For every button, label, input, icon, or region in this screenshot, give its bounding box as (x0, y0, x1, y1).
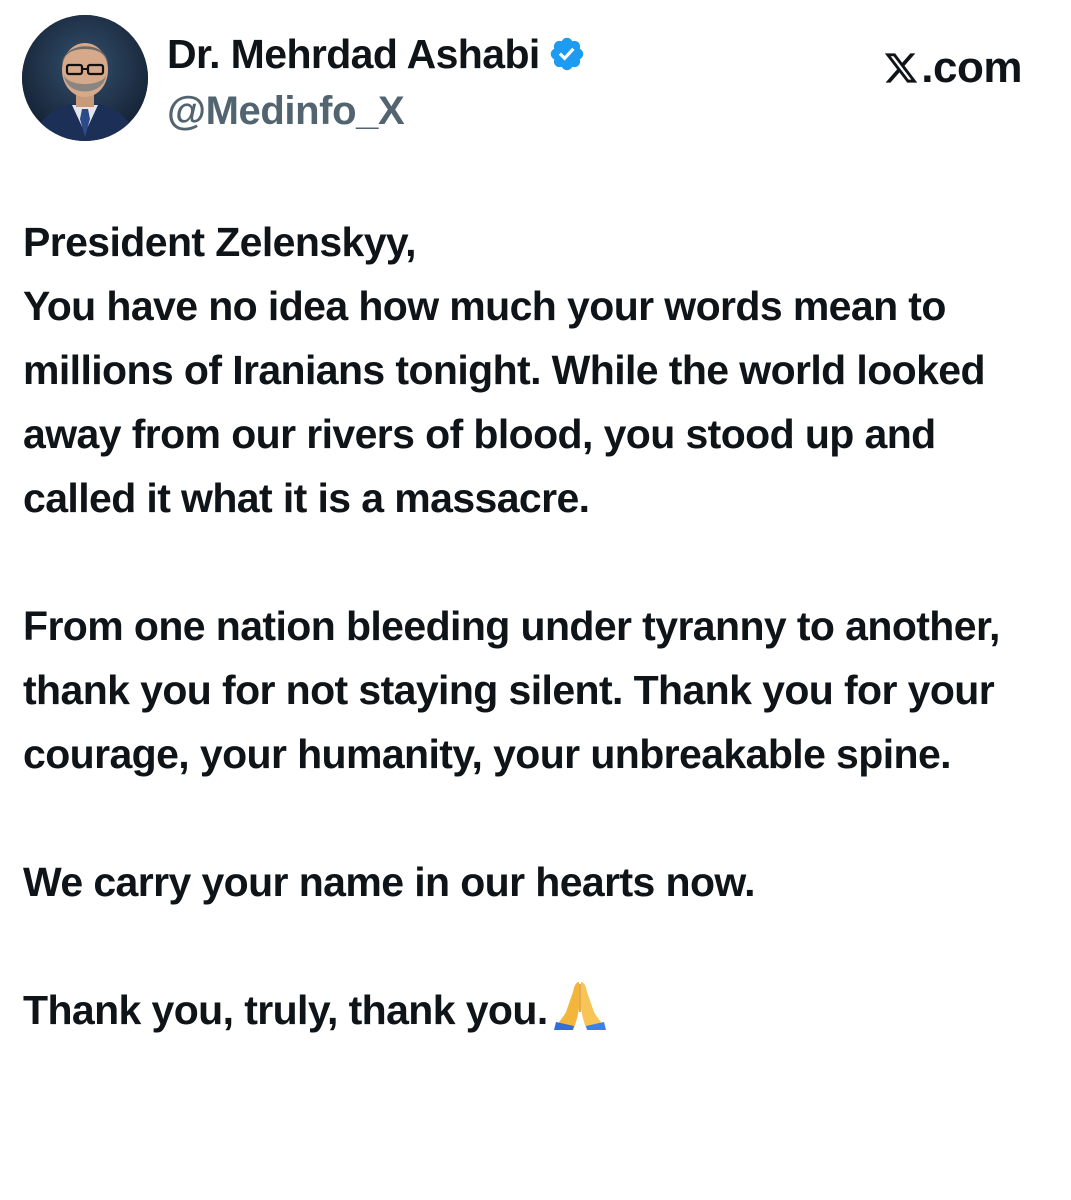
post-paragraph-2: From one nation bleeding under tyranny t… (23, 603, 1000, 777)
verified-badge-icon (550, 37, 583, 71)
post-paragraph-4: Thank you, truly, thank you. (23, 978, 1043, 1042)
post-paragraph-1: President Zelenskyy, You have no idea ho… (23, 219, 986, 521)
author-names: Dr. Mehrdad Ashabi @Medinfo_X (167, 29, 586, 134)
author-avatar[interactable] (22, 15, 148, 141)
x-site-label: .com (883, 43, 1022, 93)
x-logo-icon (885, 53, 918, 83)
author-handle[interactable]: @Medinfo_X (167, 89, 586, 134)
site-domain-text: .com (921, 43, 1022, 92)
display-name[interactable]: Dr. Mehrdad Ashabi (167, 31, 540, 78)
post-paragraph-4-text: Thank you, truly, thank you. (23, 987, 548, 1033)
avatar-photo-icon (22, 15, 148, 141)
post-header: Dr. Mehrdad Ashabi @Medinfo_X .com (22, 15, 1052, 145)
post-text: President Zelenskyy, You have no idea ho… (23, 210, 1043, 1042)
post-paragraph-3: We carry your name in our hearts now. (23, 859, 756, 905)
display-name-row: Dr. Mehrdad Ashabi (167, 29, 586, 79)
folded-hands-icon (553, 982, 606, 1030)
